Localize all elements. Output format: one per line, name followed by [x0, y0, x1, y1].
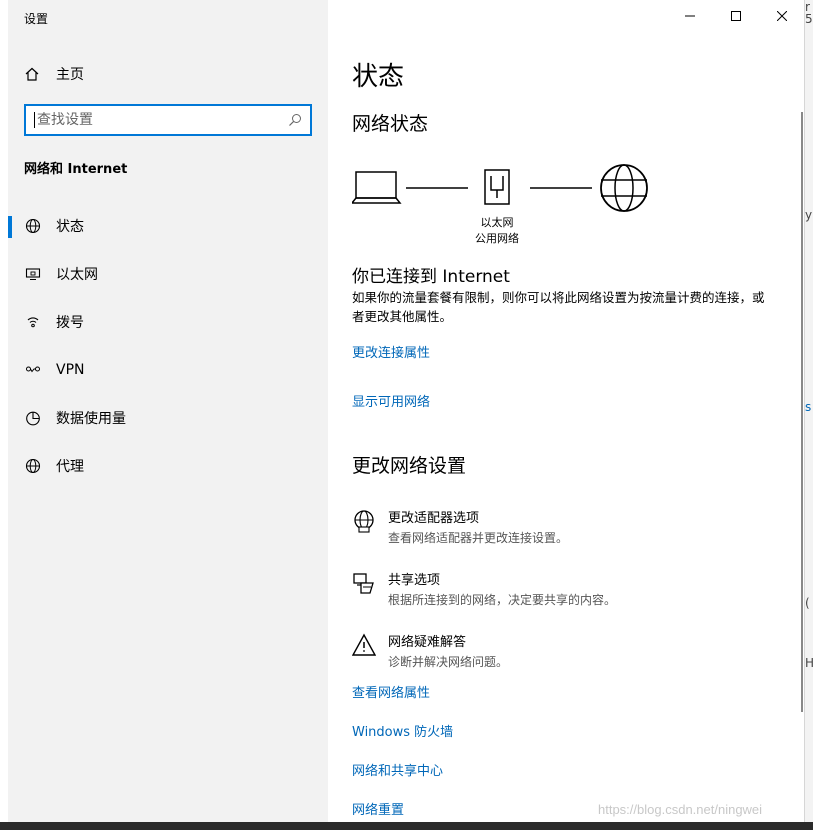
home-nav-item[interactable]: 主页	[24, 64, 84, 84]
taskbar	[0, 822, 813, 830]
network-reset-link[interactable]: 网络重置	[352, 799, 404, 818]
close-button[interactable]	[759, 0, 804, 32]
network-diagram-graphic	[350, 164, 648, 212]
network-type: 公用网络	[475, 232, 519, 245]
data-usage-icon	[24, 409, 42, 427]
sidebar-item-status[interactable]: 状态	[8, 202, 328, 250]
adapter-name: 以太网	[480, 216, 514, 229]
connection-title: 你已连接到 Internet	[352, 267, 510, 287]
view-network-properties-link[interactable]: 查看网络属性	[352, 682, 430, 701]
sidebar-item-ethernet[interactable]: 以太网	[8, 250, 328, 298]
background-window: r 5 y s ( H	[805, 0, 813, 830]
globe-icon	[24, 217, 42, 235]
show-available-networks-link[interactable]: 显示可用网络	[352, 391, 430, 410]
adapter-options-item[interactable]: 更改适配器选项 查看网络适配器并更改连接设置。	[352, 507, 568, 546]
minimize-icon	[685, 15, 695, 17]
sidebar-item-data-usage[interactable]: 数据使用量	[8, 394, 328, 442]
internet-globe-icon	[600, 164, 648, 212]
sidebar-item-label: 代理	[56, 459, 84, 475]
sidebar-nav: 状态 以太网 拨号 VPN 数据使用量 代理	[8, 202, 328, 490]
sidebar-item-label: 状态	[56, 219, 84, 235]
setting-desc: 查看网络适配器并更改连接设置。	[388, 531, 569, 545]
section-title: 网络和 Internet	[24, 162, 128, 177]
sidebar-item-label: VPN	[56, 362, 85, 378]
sidebar-item-dialup[interactable]: 拨号	[8, 298, 328, 346]
setting-title: 网络疑难解答	[388, 635, 467, 650]
adapter-globe-icon	[354, 510, 374, 533]
setting-desc: 根据所连接到的网络，决定要共享的内容。	[388, 593, 617, 607]
minimize-button[interactable]	[667, 0, 713, 32]
home-label: 主页	[56, 67, 84, 83]
network-sharing-center-link[interactable]: 网络和共享中心	[352, 760, 443, 779]
sidebar: 设置 主页 网络和 Internet 状态	[8, 0, 328, 822]
sidebar-item-proxy[interactable]: 代理	[8, 442, 328, 490]
setting-title: 共享选项	[388, 573, 441, 588]
sidebar-item-label: 拨号	[56, 315, 84, 331]
scrollbar[interactable]	[801, 112, 803, 712]
ethernet-port-icon	[484, 169, 510, 205]
sharing-options-item[interactable]: 共享选项 根据所连接到的网络，决定要共享的内容。	[352, 569, 616, 608]
change-network-settings-heading: 更改网络设置	[352, 455, 467, 477]
warning-icon	[352, 633, 376, 656]
setting-title: 更改适配器选项	[388, 511, 480, 526]
troubleshooter-item[interactable]: 网络疑难解答 诊断并解决网络问题。	[352, 631, 508, 670]
app-title: 设置	[24, 12, 49, 26]
home-icon	[25, 67, 39, 81]
search-icon[interactable]	[288, 113, 302, 127]
network-status-heading: 网络状态	[352, 113, 429, 135]
connection-description: 如果你的流量套餐有限制，则你可以将此网络设置为按流量计费的连接，或者更改其他属性…	[352, 290, 765, 324]
change-connection-properties-link[interactable]: 更改连接属性	[352, 342, 430, 361]
sidebar-item-label: 以太网	[56, 267, 98, 283]
sharing-icon	[353, 573, 374, 594]
page-title: 状态	[352, 62, 405, 92]
windows-firewall-link[interactable]: Windows 防火墙	[352, 721, 453, 740]
window-controls	[667, 0, 804, 32]
search-input[interactable]	[37, 112, 288, 128]
proxy-globe-icon	[24, 457, 42, 475]
laptop-icon	[350, 171, 402, 204]
sidebar-item-vpn[interactable]: VPN	[8, 346, 328, 394]
dialup-icon	[24, 313, 42, 331]
settings-window: 设置 主页 网络和 Internet 状态	[8, 0, 805, 822]
text-caret	[34, 112, 35, 128]
sidebar-item-label: 数据使用量	[56, 411, 126, 427]
main-content: 状态 网络状态 以太网 公用网络 你已连接到 Internet 如果你的流量套餐…	[328, 0, 804, 822]
maximize-icon	[731, 11, 741, 21]
ethernet-icon	[24, 265, 42, 283]
vpn-icon	[24, 361, 42, 379]
maximize-button[interactable]	[713, 0, 759, 32]
network-diagram: 以太网 公用网络	[350, 160, 652, 250]
search-box[interactable]	[24, 104, 312, 136]
setting-desc: 诊断并解决网络问题。	[388, 655, 509, 669]
watermark: https://blog.csdn.net/ningwei	[598, 802, 763, 817]
close-icon	[777, 11, 787, 21]
